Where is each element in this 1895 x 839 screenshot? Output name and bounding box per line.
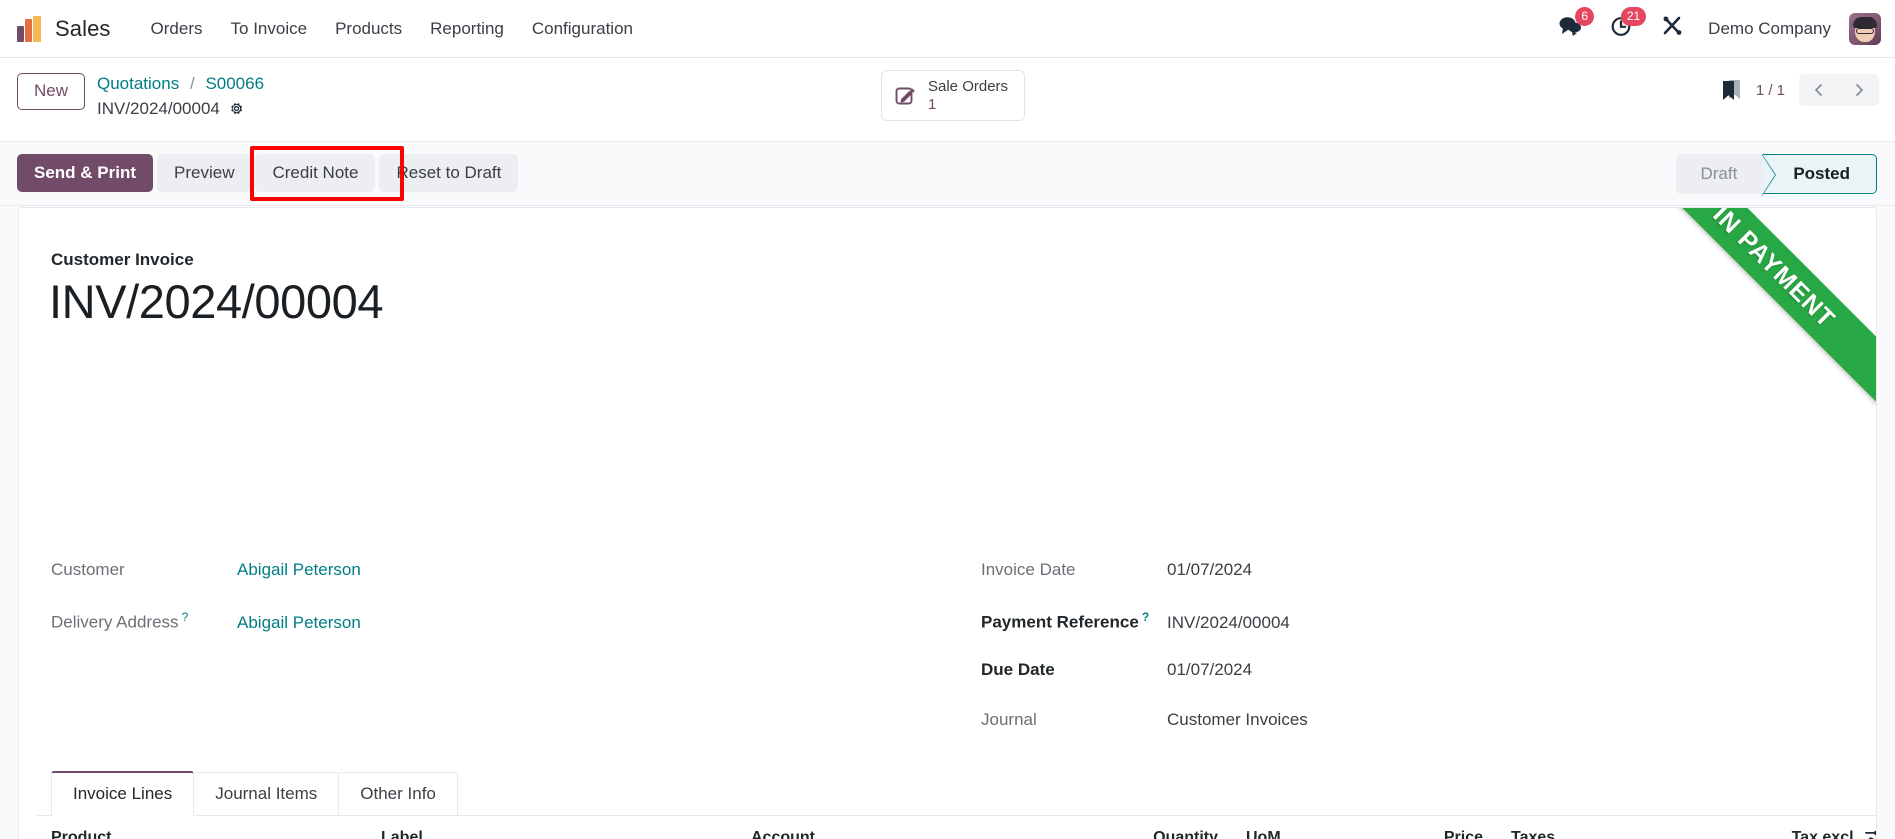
- column-header-taxes[interactable]: Taxes: [1497, 816, 1662, 839]
- gear-icon[interactable]: [229, 101, 244, 116]
- field-label-due-date: Due Date: [981, 660, 1055, 679]
- field-customer: Customer Abigail Peterson: [51, 560, 361, 610]
- field-payment-reference: Payment Reference? INV/2024/00004: [981, 610, 1308, 660]
- status-bar: Draft Posted: [1676, 154, 1877, 196]
- form-sheet: IN PAYMENT Customer Invoice INV/2024/000…: [18, 207, 1877, 839]
- control-panel: New Quotations / S00066 INV/2024/00004 S…: [0, 58, 1895, 142]
- field-value-payment-reference[interactable]: INV/2024/00004: [1167, 613, 1290, 633]
- field-label-journal: Journal: [981, 710, 1037, 729]
- help-tooltip-icon[interactable]: ?: [182, 610, 189, 624]
- column-header-label[interactable]: Label: [367, 816, 737, 839]
- messages-count-badge: 6: [1575, 7, 1595, 26]
- odoo-bars-logo[interactable]: [17, 15, 43, 42]
- pencil-square-icon: [895, 87, 915, 105]
- pager: 1 / 1: [1720, 74, 1879, 106]
- page-title: INV/2024/00004: [49, 275, 384, 328]
- breadcrumb-separator: /: [189, 74, 195, 93]
- debug-menu[interactable]: [1652, 11, 1696, 46]
- menu-item-to-invoice[interactable]: To Invoice: [217, 13, 322, 45]
- field-value-delivery-address[interactable]: Abigail Peterson: [237, 613, 361, 633]
- status-ribbon: IN PAYMENT: [1637, 208, 1876, 404]
- form-view-body: IN PAYMENT Customer Invoice INV/2024/000…: [0, 206, 1895, 839]
- breadcrumb: Quotations / S00066 INV/2024/00004: [97, 72, 264, 121]
- breadcrumb-item-quotations[interactable]: Quotations: [97, 74, 179, 93]
- main-menu: Orders To Invoice Products Reporting Con…: [137, 13, 647, 45]
- field-value-invoice-date[interactable]: 01/07/2024: [1167, 560, 1252, 580]
- column-header-tax-excl[interactable]: Tax excl.: [1662, 816, 1877, 839]
- reset-to-draft-button[interactable]: Reset to Draft: [379, 154, 519, 192]
- field-value-journal[interactable]: Customer Invoices: [1167, 710, 1308, 730]
- pager-next-button[interactable]: [1839, 74, 1879, 106]
- tab-invoice-lines[interactable]: Invoice Lines: [51, 771, 195, 816]
- column-header-account[interactable]: Account: [737, 816, 1092, 839]
- table-header-row: Product Label Account Quantity UoM Price…: [37, 816, 1877, 839]
- messages-menu[interactable]: 6: [1548, 7, 1595, 46]
- credit-note-button[interactable]: Credit Note: [255, 154, 376, 192]
- chevron-left-icon: [1815, 84, 1822, 96]
- tab-other-info[interactable]: Other Info: [338, 772, 458, 816]
- bookmark-icon[interactable]: [1720, 78, 1742, 102]
- right-field-group: Invoice Date 01/07/2024 Payment Referenc…: [981, 560, 1308, 760]
- column-header-product[interactable]: Product: [37, 816, 367, 839]
- navbar-systray: 6 21 Demo Company: [1548, 7, 1895, 46]
- activities-count-badge: 21: [1620, 7, 1647, 26]
- menu-item-orders[interactable]: Orders: [137, 13, 217, 45]
- help-tooltip-icon[interactable]: ?: [1142, 610, 1149, 624]
- sliders-icon[interactable]: [1865, 828, 1877, 839]
- field-delivery-address: Delivery Address? Abigail Peterson: [51, 610, 361, 660]
- breadcrumb-item-s00066[interactable]: S00066: [205, 74, 264, 93]
- app-brand-name[interactable]: Sales: [55, 16, 111, 42]
- new-button[interactable]: New: [17, 73, 86, 110]
- left-field-group: Customer Abigail Peterson Delivery Addre…: [51, 560, 361, 660]
- stat-button-value: 1: [928, 95, 937, 113]
- activities-menu[interactable]: 21: [1600, 7, 1647, 46]
- avatar[interactable]: [1849, 12, 1881, 45]
- send-and-print-button[interactable]: Send & Print: [17, 154, 154, 192]
- breadcrumb-current-record: INV/2024/00004: [97, 98, 220, 118]
- field-journal: Journal Customer Invoices: [981, 710, 1308, 760]
- field-value-customer[interactable]: Abigail Peterson: [237, 560, 361, 580]
- status-stage-draft[interactable]: Draft: [1676, 154, 1776, 194]
- pager-previous-button[interactable]: [1799, 74, 1839, 106]
- menu-item-reporting[interactable]: Reporting: [416, 13, 518, 45]
- preview-button[interactable]: Preview: [157, 154, 252, 192]
- field-label-delivery-address: Delivery Address?: [51, 610, 189, 632]
- field-label-invoice-date: Invoice Date: [981, 560, 1076, 579]
- action-bar: Send & Print Preview Credit Note Reset t…: [0, 142, 1895, 206]
- column-header-price[interactable]: Price: [1372, 816, 1497, 839]
- document-type-label: Customer Invoice: [51, 250, 194, 269]
- chevron-right-icon: [1856, 84, 1863, 96]
- stat-button-label: Sale Orders: [928, 78, 1009, 95]
- menu-item-products[interactable]: Products: [321, 13, 416, 45]
- company-name[interactable]: Demo Company: [1702, 19, 1843, 39]
- column-header-uom[interactable]: UoM: [1232, 816, 1372, 839]
- field-label-payment-reference: Payment Reference?: [981, 610, 1150, 632]
- notebook-tabs: Invoice Lines Journal Items Other Info: [51, 770, 458, 816]
- status-stage-posted[interactable]: Posted: [1762, 154, 1877, 196]
- pager-count[interactable]: 1 / 1: [1756, 82, 1785, 99]
- sale-orders-stat-button[interactable]: Sale Orders 1: [881, 70, 1026, 122]
- column-header-quantity[interactable]: Quantity: [1092, 816, 1232, 839]
- field-invoice-date: Invoice Date 01/07/2024: [981, 560, 1308, 610]
- tab-journal-items[interactable]: Journal Items: [193, 772, 340, 816]
- tools-wrench-icon: [1663, 16, 1682, 35]
- invoice-lines-table: Product Label Account Quantity UoM Price…: [37, 816, 1877, 839]
- field-due-date: Due Date 01/07/2024: [981, 660, 1308, 710]
- menu-item-configuration[interactable]: Configuration: [518, 13, 647, 45]
- top-navbar: Sales Orders To Invoice Products Reporti…: [0, 0, 1895, 58]
- field-label-customer: Customer: [51, 560, 125, 579]
- field-value-due-date[interactable]: 01/07/2024: [1167, 660, 1252, 680]
